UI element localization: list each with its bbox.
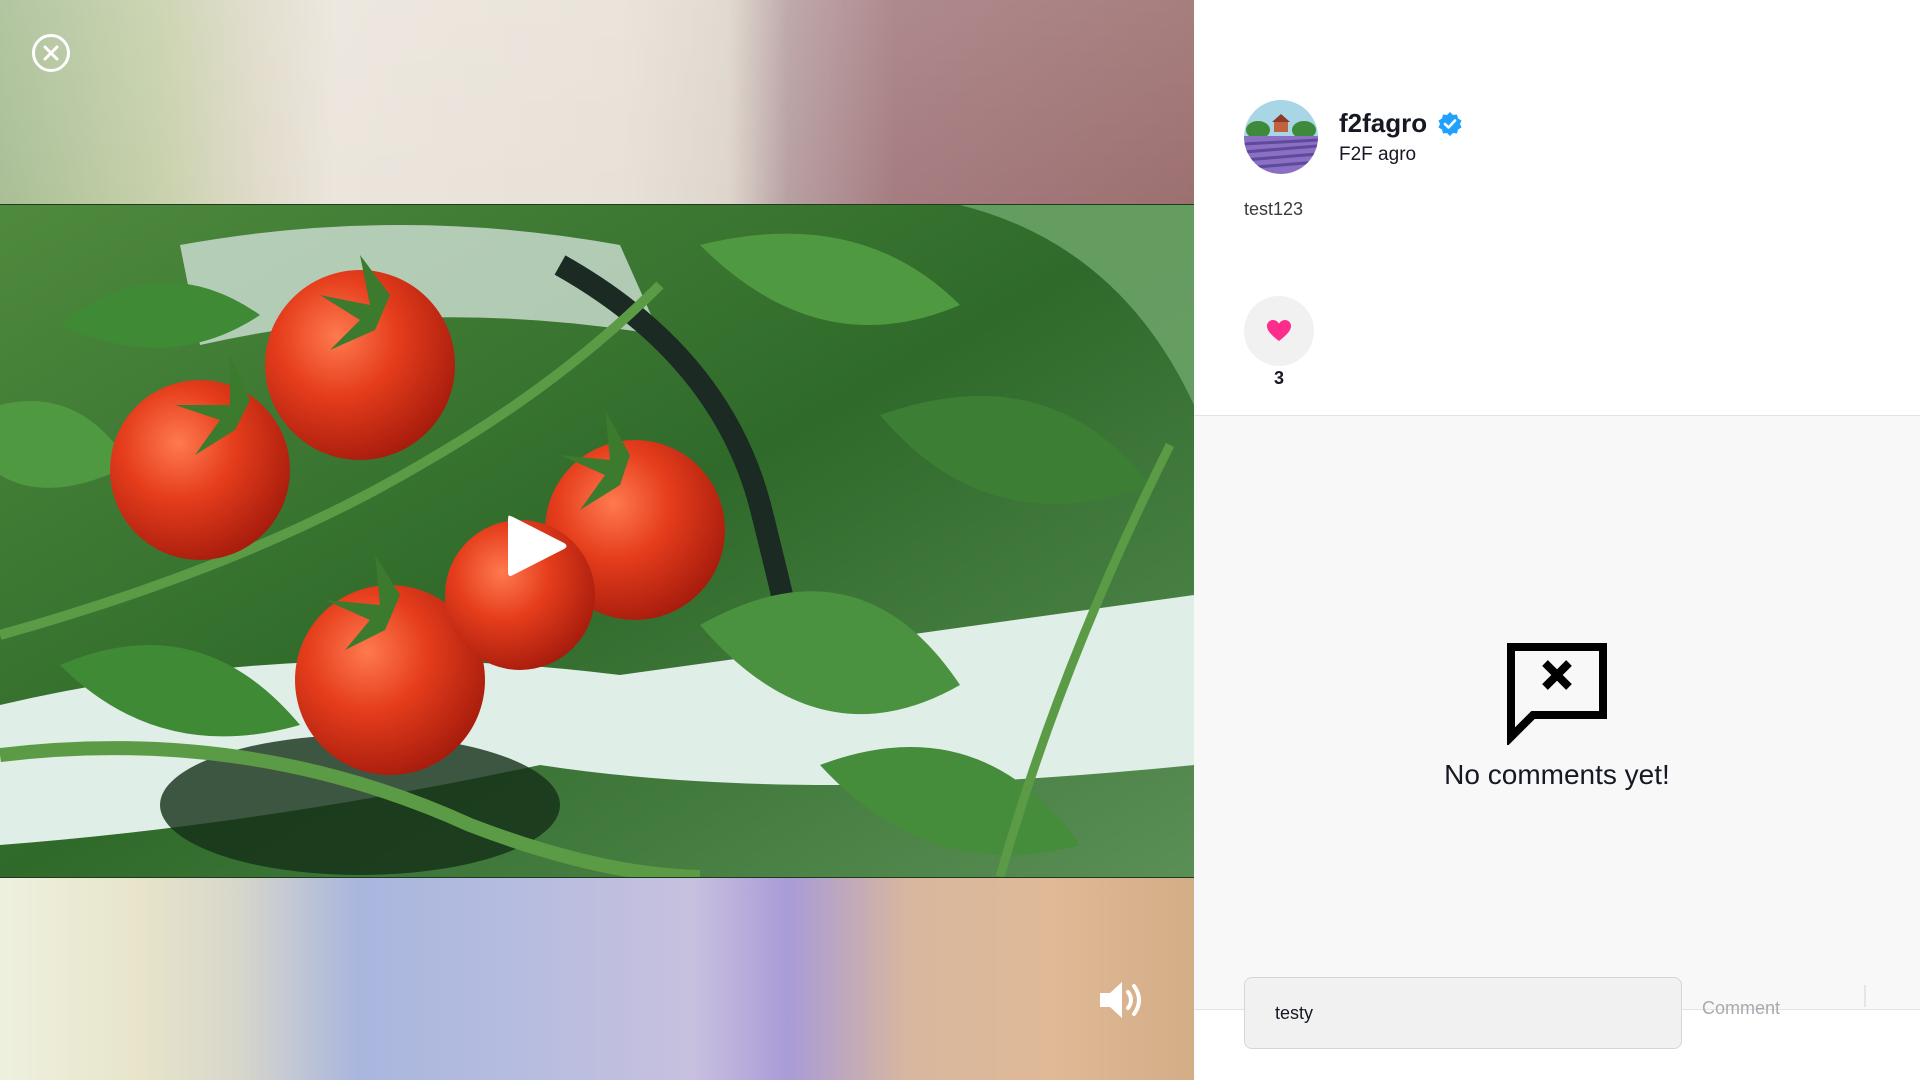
comment-x-icon <box>1507 643 1607 745</box>
blurred-background-bottom <box>0 876 1194 1080</box>
verified-badge-icon <box>1438 111 1462 136</box>
comment-input[interactable] <box>1244 977 1682 1049</box>
close-circle-icon <box>43 45 59 61</box>
avatar[interactable] <box>1244 100 1318 174</box>
empty-comments-state: No comments yet! <box>1194 641 1920 791</box>
like-count: 3 <box>1273 368 1284 388</box>
video-player[interactable] <box>0 204 1194 878</box>
like-button[interactable] <box>1244 296 1314 366</box>
play-button[interactable] <box>500 510 572 582</box>
avatar-image <box>1244 100 1318 174</box>
no-comments-message: No comments yet! <box>1444 759 1670 790</box>
background-fade <box>0 0 1194 205</box>
author-header: f2fagro F2F agro <box>1244 100 1463 174</box>
video-thumbnail <box>0 205 1194 877</box>
heart-icon <box>1267 320 1291 341</box>
username[interactable]: f2fagro <box>1339 108 1427 139</box>
scrollbar-thumb[interactable] <box>1864 985 1866 1007</box>
nickname: F2F agro <box>1339 144 1417 165</box>
video-pane <box>0 0 1194 1080</box>
volume-button[interactable] <box>1098 978 1146 1022</box>
comment-composer: Comment <box>1194 977 1920 1081</box>
comments-list: No comments yet! <box>1194 415 1920 1011</box>
volume-icon <box>1100 982 1141 1018</box>
author-meta: f2fagro F2F agro <box>1339 108 1463 166</box>
username-row: f2fagro <box>1339 108 1463 139</box>
close-button[interactable] <box>32 34 70 72</box>
post-description: test123 <box>1244 199 1304 219</box>
comment-submit-button[interactable]: Comment <box>1702 998 1780 1019</box>
play-icon <box>508 515 567 576</box>
post-details-panel: f2fagro F2F agro test123 3 No comments y… <box>1194 0 1920 1081</box>
